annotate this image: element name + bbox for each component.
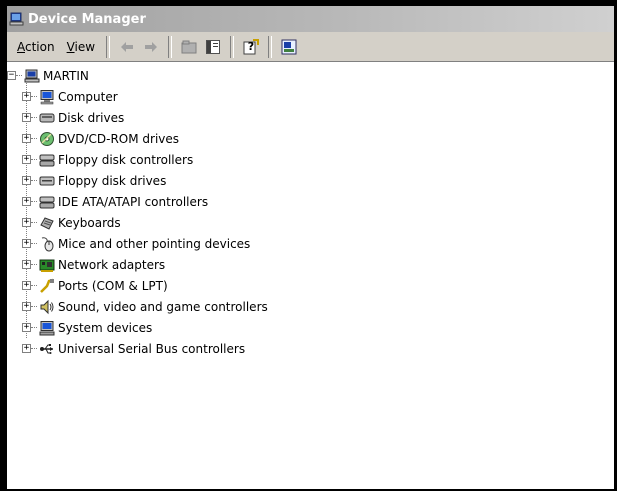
expand-expander[interactable]: + xyxy=(22,260,31,269)
device-tree: − MARTIN + Computer + Disk drives + DVD/… xyxy=(7,62,614,359)
expand-expander[interactable]: + xyxy=(22,323,31,332)
tree-item-usb-controllers[interactable]: + Universal Serial Bus controllers xyxy=(7,338,614,359)
mouse-icon xyxy=(41,236,54,251)
expand-expander[interactable]: + xyxy=(22,92,31,101)
tree-item-keyboards[interactable]: + Keyboards xyxy=(7,212,614,233)
menu-action-accel: A xyxy=(17,39,25,54)
menu-action-rest: ction xyxy=(25,39,55,54)
disk-drive-icon xyxy=(39,113,55,122)
tree-connector xyxy=(31,159,37,160)
tree-item-dvd-cdrom-drives[interactable]: + DVD/CD-ROM drives xyxy=(7,128,614,149)
expand-expander[interactable]: + xyxy=(22,344,31,353)
computer-icon xyxy=(40,89,54,104)
tree-connector xyxy=(31,285,37,286)
tree-item-label: Disk drives xyxy=(58,110,125,125)
network-adapter-icon xyxy=(39,259,55,272)
tree-connector xyxy=(31,96,37,97)
expand-expander[interactable]: + xyxy=(22,155,31,164)
device-manager-icon xyxy=(9,12,24,26)
tree-item-floppy-disk-controllers[interactable]: + Floppy disk controllers xyxy=(7,149,614,170)
computer-icon xyxy=(24,69,40,82)
keyboard-icon xyxy=(40,216,54,230)
properties-button[interactable] xyxy=(278,36,300,58)
tree-item-label: Universal Serial Bus controllers xyxy=(58,341,246,356)
tree-item-computer[interactable]: + Computer xyxy=(7,86,614,107)
tree-connector xyxy=(31,243,37,244)
tree-item-label: Ports (COM & LPT) xyxy=(58,278,168,293)
help-icon: ? xyxy=(243,38,260,54)
toolbar-separator xyxy=(230,35,235,58)
floppy-drive-icon xyxy=(39,176,55,185)
tree-item-label: DVD/CD-ROM drives xyxy=(58,131,180,146)
collapse-expander[interactable]: − xyxy=(7,71,16,80)
tree-item-disk-drives[interactable]: + Disk drives xyxy=(7,107,614,128)
properties-icon xyxy=(281,39,297,54)
expand-expander[interactable]: + xyxy=(22,302,31,311)
expand-expander[interactable]: + xyxy=(22,218,31,227)
tree-root-label: MARTIN xyxy=(43,68,89,83)
tree-item-label: System devices xyxy=(58,320,153,335)
tree-connector xyxy=(31,180,37,181)
window-title: Device Manager xyxy=(28,11,146,27)
console-tree-icon xyxy=(206,39,221,54)
tree-item-label: Keyboards xyxy=(58,215,121,230)
expand-expander[interactable]: + xyxy=(22,197,31,206)
folder-up-icon xyxy=(181,40,197,53)
device-manager-window: Device Manager Action View ? − MARTIN + … xyxy=(0,0,617,491)
tree-item-label: Floppy disk drives xyxy=(58,173,167,188)
toolbar-separator xyxy=(168,35,173,58)
title-bar[interactable]: Device Manager xyxy=(7,6,614,32)
menu-view[interactable]: View xyxy=(61,38,101,56)
back-button[interactable] xyxy=(116,36,138,58)
menu-toolbar: Action View ? xyxy=(7,32,614,62)
arrow-left-icon xyxy=(121,41,134,52)
expand-expander[interactable]: + xyxy=(22,239,31,248)
expand-expander[interactable]: + xyxy=(22,176,31,185)
tree-connector xyxy=(31,306,37,307)
tree-item-label: Floppy disk controllers xyxy=(58,152,194,167)
cdrom-icon xyxy=(40,131,54,146)
arrow-right-icon xyxy=(145,41,158,52)
tree-item-label: Mice and other pointing devices xyxy=(58,236,251,251)
expand-expander[interactable]: + xyxy=(22,281,31,290)
toolbar-separator xyxy=(268,35,273,58)
menu-action[interactable]: Action xyxy=(11,38,61,56)
ide-controller-icon xyxy=(39,196,55,208)
tree-item-label: IDE ATA/ATAPI controllers xyxy=(58,194,209,209)
port-icon xyxy=(40,278,54,293)
tree-item-sound-video-game[interactable]: + Sound, video and game controllers xyxy=(7,296,614,317)
controller-icon xyxy=(39,154,55,166)
tree-root-martin[interactable]: − MARTIN xyxy=(7,65,614,86)
menu-view-rest: iew xyxy=(74,39,96,54)
tree-connector xyxy=(31,138,37,139)
tree-connector xyxy=(31,264,37,265)
tree-item-label: Computer xyxy=(58,89,118,104)
tree-connector xyxy=(31,222,37,223)
forward-button[interactable] xyxy=(140,36,162,58)
tree-connector xyxy=(31,117,37,118)
toolbar-separator xyxy=(106,35,111,58)
tree-item-label: Network adapters xyxy=(58,257,166,272)
tree-item-system-devices[interactable]: + System devices xyxy=(7,317,614,338)
tree-connector xyxy=(31,348,37,349)
menu-view-accel: V xyxy=(66,39,75,54)
speaker-icon xyxy=(40,299,54,314)
tree-connector xyxy=(16,75,22,76)
usb-icon xyxy=(40,343,53,354)
tree-item-network-adapters[interactable]: + Network adapters xyxy=(7,254,614,275)
up-one-level-button[interactable] xyxy=(178,36,200,58)
show-hide-tree-button[interactable] xyxy=(202,36,224,58)
tree-connector xyxy=(31,327,37,328)
system-device-icon xyxy=(39,320,55,335)
tree-item-ports[interactable]: + Ports (COM & LPT) xyxy=(7,275,614,296)
tree-item-label: Sound, video and game controllers xyxy=(58,299,268,314)
tree-connector xyxy=(31,201,37,202)
expand-expander[interactable]: + xyxy=(22,134,31,143)
svg-text:?: ? xyxy=(248,40,254,53)
tree-item-mice[interactable]: + Mice and other pointing devices xyxy=(7,233,614,254)
tree-item-ide-controllers[interactable]: + IDE ATA/ATAPI controllers xyxy=(7,191,614,212)
help-button[interactable]: ? xyxy=(240,36,262,58)
expand-expander[interactable]: + xyxy=(22,113,31,122)
tree-item-floppy-disk-drives[interactable]: + Floppy disk drives xyxy=(7,170,614,191)
